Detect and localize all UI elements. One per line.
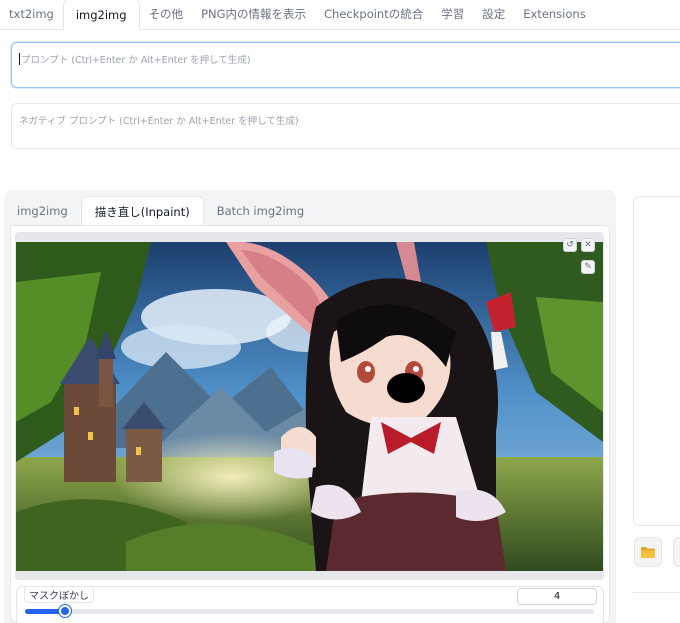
tab-txt2img[interactable]: txt2img bbox=[0, 0, 63, 29]
negative-prompt-placeholder: ネガティブ プロンプト (Ctrl+Enter か Alt+Enter を押して… bbox=[19, 116, 299, 127]
brush-icon[interactable]: ✎ bbox=[581, 260, 595, 274]
prompt-input[interactable]: プロンプト (Ctrl+Enter か Alt+Enter を押して生成) bbox=[11, 42, 680, 88]
tab-train[interactable]: 学習 bbox=[432, 0, 473, 29]
undo-icon[interactable]: ↺ bbox=[563, 238, 577, 252]
gallery-action-button[interactable] bbox=[673, 537, 680, 567]
tab-settings[interactable]: 設定 bbox=[473, 0, 514, 29]
subtab-img2img[interactable]: img2img bbox=[4, 196, 81, 226]
folder-icon bbox=[641, 546, 655, 558]
inpaint-canvas[interactable]: ↺ ✕ ✎ bbox=[15, 232, 604, 580]
open-folder-button[interactable] bbox=[634, 537, 662, 567]
negative-prompt-input[interactable]: ネガティブ プロンプト (Ctrl+Enter か Alt+Enter を押して… bbox=[11, 103, 680, 149]
close-icon[interactable]: ✕ bbox=[581, 238, 595, 252]
mask-blur-slider-thumb[interactable] bbox=[58, 605, 71, 617]
img2img-mode-tabs: img2img 描き直し(Inpaint) Batch img2img bbox=[4, 196, 317, 226]
tab-png-info[interactable]: PNG内の情報を表示 bbox=[192, 0, 315, 29]
text-caret bbox=[19, 53, 20, 65]
prompt-placeholder: プロンプト (Ctrl+Enter か Alt+Enter を押して生成) bbox=[21, 55, 251, 66]
subtab-inpaint[interactable]: 描き直し(Inpaint) bbox=[80, 196, 204, 226]
right-divider bbox=[633, 592, 680, 593]
tab-extensions[interactable]: Extensions bbox=[514, 0, 594, 29]
tab-extras[interactable]: その他 bbox=[140, 0, 193, 29]
mask-blur-control bbox=[16, 586, 604, 623]
output-gallery bbox=[633, 196, 680, 526]
tab-img2img[interactable]: img2img bbox=[62, 0, 140, 30]
top-tab-bar: txt2img img2img その他 PNG内の情報を表示 Checkpoin… bbox=[0, 0, 680, 30]
mask-blur-number-input[interactable]: 4 bbox=[517, 588, 597, 605]
mask-blur-slider[interactable] bbox=[25, 605, 594, 617]
inpaint-image[interactable] bbox=[16, 242, 603, 571]
mask-blur-label: マスクぼかし bbox=[24, 586, 94, 603]
subtab-batch-img2img[interactable]: Batch img2img bbox=[204, 196, 317, 226]
tab-checkpoint-merger[interactable]: Checkpointの統合 bbox=[315, 0, 432, 29]
